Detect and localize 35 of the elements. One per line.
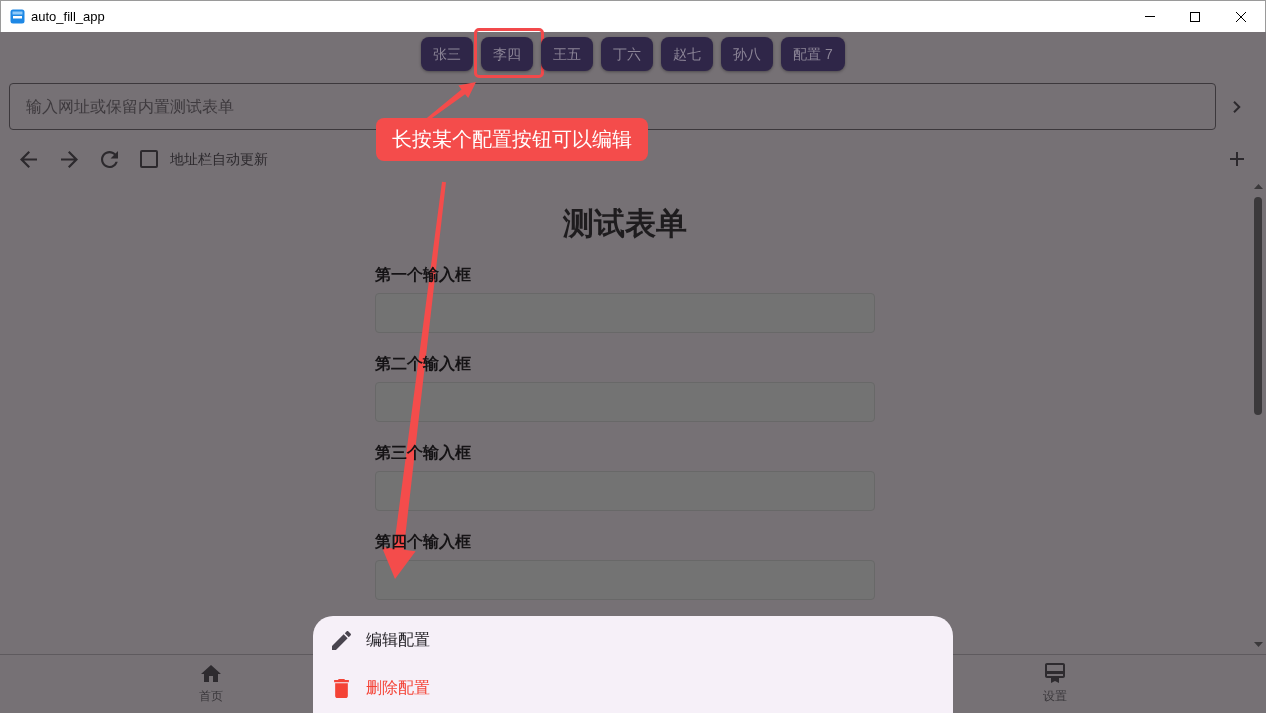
scroll-up-icon[interactable] bbox=[1253, 184, 1263, 189]
profile-button[interactable]: 王五 bbox=[541, 37, 594, 71]
scroll-down-icon[interactable] bbox=[1253, 642, 1263, 647]
text-input[interactable] bbox=[375, 560, 875, 600]
text-input[interactable] bbox=[375, 382, 875, 422]
window-title: auto_fill_app bbox=[31, 7, 105, 26]
close-icon[interactable] bbox=[1236, 11, 1246, 22]
form-title: 测试表单 bbox=[563, 205, 687, 243]
pencil-icon bbox=[331, 630, 351, 650]
maximize-icon[interactable] bbox=[1190, 11, 1200, 22]
menu-item[interactable]: 删除配置 bbox=[313, 664, 953, 712]
forward-arrow-icon[interactable] bbox=[61, 150, 78, 168]
profile-button[interactable]: 张三 bbox=[421, 37, 474, 71]
app-icon bbox=[10, 9, 25, 24]
text-input[interactable] bbox=[375, 471, 875, 511]
pointer-arrow bbox=[427, 82, 476, 121]
add-icon[interactable] bbox=[1230, 152, 1244, 166]
profile-button[interactable]: 李四 bbox=[481, 37, 534, 71]
nav-tab[interactable]: 首页 bbox=[199, 663, 223, 713]
profile-button[interactable]: 孙八 bbox=[721, 37, 774, 71]
profile-button[interactable]: 配置 7 bbox=[781, 37, 845, 71]
back-arrow-icon[interactable] bbox=[20, 150, 37, 168]
card-ribbon-icon bbox=[1045, 663, 1065, 683]
hint-callout: 长按某个配置按钮可以编辑 bbox=[376, 118, 648, 161]
trash-icon bbox=[333, 678, 349, 698]
refresh-icon[interactable] bbox=[101, 150, 118, 168]
menu-item[interactable]: 编辑配置 bbox=[313, 616, 953, 664]
profile-button[interactable]: 丁六 bbox=[601, 37, 654, 71]
profile-button[interactable]: 赵七 bbox=[661, 37, 714, 71]
text-input[interactable] bbox=[375, 293, 875, 333]
home-icon bbox=[201, 664, 221, 682]
checkbox[interactable] bbox=[140, 150, 158, 168]
chevron-right-icon[interactable] bbox=[1233, 100, 1241, 113]
scrollbar-thumb[interactable] bbox=[1254, 197, 1262, 415]
checkbox-label: 地址栏自动更新 bbox=[170, 149, 268, 169]
